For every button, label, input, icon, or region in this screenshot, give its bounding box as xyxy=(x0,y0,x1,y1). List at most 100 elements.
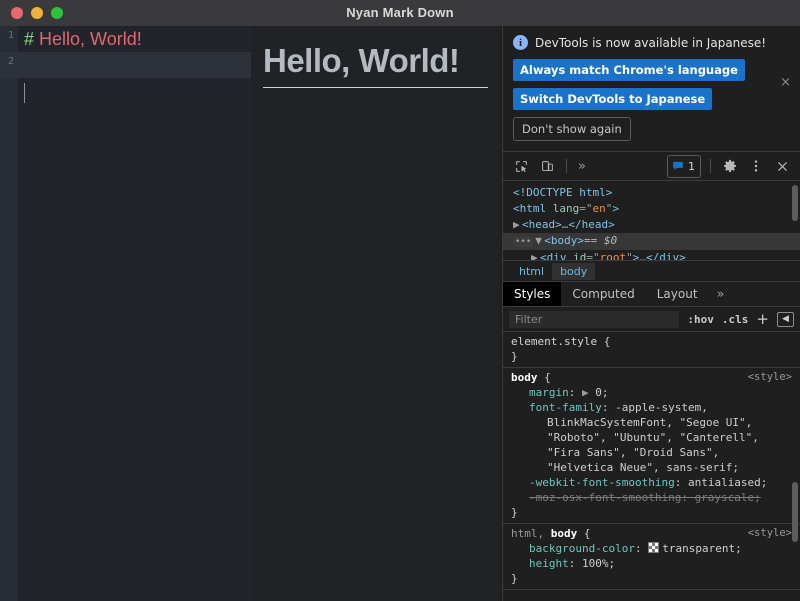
dom-breadcrumb: html body xyxy=(503,260,800,281)
markdown-editor[interactable]: 1 # Hello, World! 2 xyxy=(0,26,251,601)
colon: : xyxy=(675,476,688,489)
colon: : xyxy=(569,557,582,570)
dom-attr-value: root xyxy=(600,251,627,260)
css-declaration-background-color[interactable]: background-color: transparent; xyxy=(511,541,792,556)
property-name: font-family xyxy=(529,401,602,414)
banner-message: DevTools is now available in Japanese! xyxy=(535,36,766,50)
dom-tree-scrollbar[interactable] xyxy=(792,185,798,221)
more-panels-icon[interactable]: » xyxy=(576,159,588,174)
dom-row[interactable]: <html lang="en"> xyxy=(503,201,800,217)
property-value-text: 0; xyxy=(595,386,608,399)
line-number: 1 xyxy=(0,30,18,41)
css-rule-html-body[interactable]: html, body { <style> background-color: t… xyxy=(503,524,800,590)
line-number: 2 xyxy=(0,56,18,67)
css-value-continuation: "Fira Sans", "Droid Sans", xyxy=(511,445,792,460)
expand-arrow-icon[interactable]: ▶ xyxy=(531,250,540,260)
rule-header: html, body { <style> xyxy=(511,526,792,541)
dom-badge-icon[interactable]: ••• xyxy=(513,237,533,247)
tab-layout[interactable]: Layout xyxy=(646,282,709,306)
rule-selector: html, body { xyxy=(511,526,591,541)
css-rules-scrollbar[interactable] xyxy=(792,482,798,542)
text-caret xyxy=(24,83,25,103)
toolbar-divider xyxy=(710,159,711,173)
dom-row[interactable]: ▶<div id="root">…</div> xyxy=(503,250,800,260)
property-name: background-color xyxy=(529,542,635,555)
css-rule-body[interactable]: body { <style> margin: ▶ 0; font-family:… xyxy=(503,368,800,524)
css-declaration-margin[interactable]: margin: ▶ 0; xyxy=(511,385,792,400)
css-declaration-disabled[interactable]: -moz-osx-font-smoothing: grayscale; xyxy=(511,490,792,505)
close-brace: } xyxy=(511,505,792,520)
tab-more-icon[interactable]: » xyxy=(709,282,733,306)
expand-shorthand-icon[interactable]: ▶ xyxy=(582,386,589,399)
dom-row[interactable]: ▶<head>…</head> xyxy=(503,217,800,233)
info-icon: i xyxy=(513,35,528,50)
property-value-text: 100%; xyxy=(582,557,615,570)
expand-arrow-icon[interactable]: ▶ xyxy=(513,217,522,233)
property-name: margin xyxy=(529,386,569,399)
banner-header: i DevTools is now available in Japanese! xyxy=(513,35,790,50)
css-declaration-webkit-font-smoothing[interactable]: -webkit-font-smoothing: antialiased; xyxy=(511,475,792,490)
open-brace: { xyxy=(604,335,611,348)
css-declaration-font-family[interactable]: font-family: -apple-system, xyxy=(511,400,792,415)
editor-line-1[interactable]: 1 # Hello, World! xyxy=(0,26,251,52)
banner-actions: Always match Chrome's language Switch De… xyxy=(513,59,790,141)
rule-selector: body { xyxy=(511,370,551,385)
dom-row[interactable]: <!DOCTYPE html> xyxy=(503,185,800,201)
open-brace: { xyxy=(584,527,591,540)
property-value-text: transparent; xyxy=(662,542,741,555)
styles-filter-input[interactable] xyxy=(509,311,679,328)
breadcrumb-item-html[interactable]: html xyxy=(511,263,552,280)
heading-text-token: Hello, World! xyxy=(34,29,142,49)
dom-tag: <head> xyxy=(522,218,562,231)
dom-tag: <html xyxy=(513,202,553,215)
close-brace: } xyxy=(511,571,792,586)
dom-attr-value: en xyxy=(593,202,606,215)
more-options-icon[interactable] xyxy=(746,156,766,176)
tab-computed[interactable]: Computed xyxy=(561,282,645,306)
preview-heading: Hello, World! xyxy=(251,26,500,81)
dom-attr-name: lang xyxy=(553,202,580,215)
colon: : xyxy=(602,401,615,414)
close-banner-icon[interactable]: × xyxy=(780,76,791,89)
close-devtools-icon[interactable] xyxy=(772,156,792,176)
dom-tag: <body> xyxy=(544,234,584,247)
property-name: height xyxy=(529,557,569,570)
new-style-rule-button[interactable]: + xyxy=(756,312,769,327)
editor-line-2[interactable]: 2 xyxy=(0,52,251,78)
device-toolbar-icon[interactable] xyxy=(537,156,557,176)
dom-closetag: </div> xyxy=(646,251,686,260)
line-content: # Hello, World! xyxy=(18,29,142,50)
heading-marker-token: # xyxy=(24,29,34,49)
editor-gutter xyxy=(0,26,18,601)
computed-sidebar-toggle-icon[interactable]: ◀ xyxy=(777,312,794,327)
gear-icon[interactable] xyxy=(720,156,740,176)
always-match-chrome-language-button[interactable]: Always match Chrome's language xyxy=(513,59,745,81)
window-title: Nyan Mark Down xyxy=(0,0,800,26)
color-swatch-icon[interactable] xyxy=(648,542,659,553)
dont-show-again-button[interactable]: Don't show again xyxy=(513,117,631,141)
toolbar-divider xyxy=(566,159,567,173)
message-count-badge[interactable]: 1 xyxy=(667,155,701,178)
css-rule-user-agent-body[interactable]: body { user agent stylesheet display: bl… xyxy=(503,590,800,592)
dom-gt: > xyxy=(612,202,619,215)
css-declaration-height[interactable]: height: 100%; xyxy=(511,556,792,571)
dom-closetag: </head> xyxy=(568,218,614,231)
toggle-hover-state-button[interactable]: :hov xyxy=(687,313,714,326)
inspect-element-icon[interactable] xyxy=(511,156,531,176)
dom-selected-marker: == $0 xyxy=(584,234,617,247)
dom-row-body[interactable]: •••▼<body>== $0 xyxy=(503,233,800,250)
colon: : xyxy=(635,542,648,555)
breadcrumb-item-body[interactable]: body xyxy=(552,263,595,280)
collapse-arrow-icon[interactable]: ▼ xyxy=(535,233,544,249)
rule-origin: <style> xyxy=(748,370,792,385)
rule-origin: <style> xyxy=(748,526,792,541)
switch-devtools-to-japanese-button[interactable]: Switch DevTools to Japanese xyxy=(513,88,712,110)
css-rules-list[interactable]: element.style { } body { <style> margin:… xyxy=(503,332,800,592)
tab-styles[interactable]: Styles xyxy=(503,282,561,306)
markdown-preview: Hello, World! xyxy=(251,26,500,601)
dom-tree[interactable]: <!DOCTYPE html> <html lang="en"> ▶<head>… xyxy=(503,181,800,260)
selector-text-bold: body xyxy=(551,527,578,540)
toggle-class-editor-button[interactable]: .cls xyxy=(722,313,749,326)
css-rule-element-style[interactable]: element.style { } xyxy=(503,332,800,368)
dom-attr-name: id xyxy=(573,251,586,260)
